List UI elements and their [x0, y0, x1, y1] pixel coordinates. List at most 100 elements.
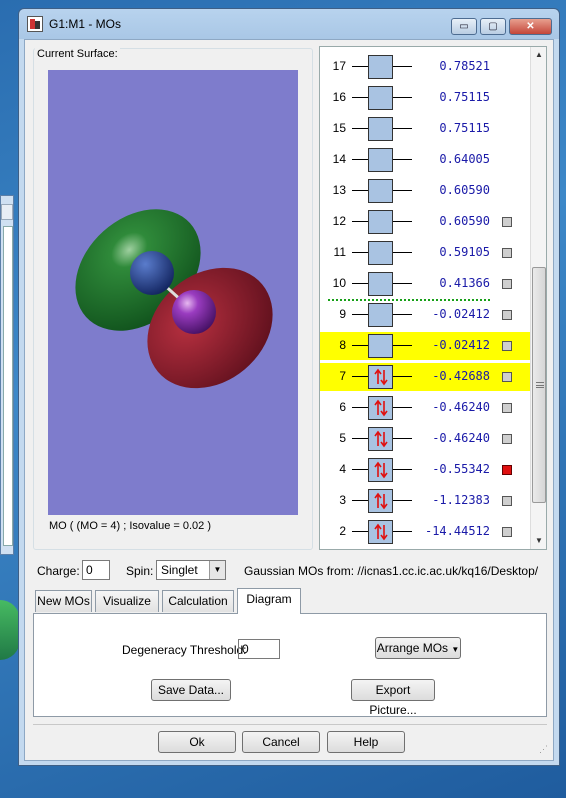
mo-level-row[interactable]: 5 -0.46240 — [320, 425, 530, 453]
mo-visualize-checkbox[interactable] — [502, 403, 512, 413]
close-button[interactable]: ✕ — [509, 18, 552, 35]
mo-visualize-checkbox[interactable] — [502, 341, 512, 351]
mo-index: 2 — [339, 524, 346, 538]
dropdown-arrow-icon: ▼ — [451, 645, 460, 654]
mo-energy: -0.02412 — [432, 338, 490, 352]
mo-visualize-checkbox[interactable] — [502, 372, 512, 382]
mo-index: 15 — [332, 121, 346, 135]
scroll-up-arrow-icon[interactable]: ▲ — [531, 47, 546, 63]
mo-diagram-scrollbar[interactable]: ▲ ▼ — [530, 47, 546, 549]
mo-visualize-checkbox[interactable] — [502, 279, 512, 289]
mo-diagram[interactable]: 17 0.78521 16 0.75115 15 0.75115 14 0.64005 13 0.… — [319, 46, 547, 550]
mo-visualize-checkbox[interactable] — [502, 496, 512, 506]
arrange-mos-button[interactable]: Arrange MOs ▼ — [375, 637, 461, 659]
save-data-button[interactable]: Save Data... — [151, 679, 231, 701]
homo-lumo-separator — [328, 299, 490, 301]
cancel-button[interactable]: Cancel — [242, 731, 320, 753]
mo-level-box[interactable] — [368, 458, 393, 482]
mos-window: G1:M1 - MOs ▭ ▢ ✕ Current Surface: MO (… — [18, 8, 560, 766]
mo-level-box[interactable] — [368, 148, 393, 172]
mo-level-row[interactable]: 10 0.41366 — [320, 270, 530, 298]
mo-energy: 0.60590 — [439, 183, 490, 197]
mo-level-box[interactable] — [368, 489, 393, 513]
minimize-button[interactable]: ▭ — [451, 18, 477, 35]
resize-grip-icon[interactable]: ⋰ — [539, 744, 551, 756]
window-title: G1:M1 - MOs — [49, 17, 122, 31]
mo-index: 4 — [339, 462, 346, 476]
mo-level-box[interactable] — [368, 396, 393, 420]
title-bar[interactable]: G1:M1 - MOs ▭ ▢ ✕ — [19, 9, 559, 39]
background-window — [0, 195, 14, 555]
mo-level-row[interactable]: 4 -0.55342 — [320, 456, 530, 484]
electron-pair-icon — [374, 461, 388, 479]
mo-visualize-checkbox[interactable] — [502, 527, 512, 537]
mo-level-box[interactable] — [368, 55, 393, 79]
mo-level-row[interactable]: 16 0.75115 — [320, 84, 530, 112]
scroll-down-arrow-icon[interactable]: ▼ — [531, 533, 546, 549]
mo-index: 11 — [333, 245, 346, 259]
mo-visualize-checkbox[interactable] — [502, 465, 512, 475]
mo-energy: -0.46240 — [432, 400, 490, 414]
mo-energy: -0.46240 — [432, 431, 490, 445]
mo-visualize-checkbox[interactable] — [502, 434, 512, 444]
mo-level-row[interactable]: 14 0.64005 — [320, 146, 530, 174]
background-window-content — [3, 226, 13, 546]
help-button[interactable]: Help — [327, 731, 405, 753]
degeneracy-threshold-input[interactable]: 0 — [238, 639, 280, 659]
mo-visualize-checkbox[interactable] — [502, 248, 512, 258]
maximize-button[interactable]: ▢ — [480, 18, 506, 35]
mo-visualize-checkbox[interactable] — [502, 310, 512, 320]
close-icon: ✕ — [526, 21, 535, 32]
surface-viewport[interactable] — [48, 70, 298, 515]
mo-level-box[interactable] — [368, 179, 393, 203]
mo-index: 17 — [332, 59, 346, 73]
tab-visualize[interactable]: Visualize — [95, 590, 159, 612]
mo-level-row[interactable]: 12 0.60590 — [320, 208, 530, 236]
diagram-tab-panel: Degeneracy Threshold: 0 Arrange MOs ▼ Sa… — [33, 613, 547, 717]
mo-level-box[interactable] — [368, 334, 393, 358]
mo-level-box[interactable] — [368, 241, 393, 265]
mo-level-box[interactable] — [368, 365, 393, 389]
mo-level-box[interactable] — [368, 117, 393, 141]
tab-diagram[interactable]: Diagram — [237, 588, 301, 614]
mo-level-box[interactable] — [368, 303, 393, 327]
electron-pair-icon — [374, 523, 388, 541]
mo-level-row[interactable]: 3 -1.12383 — [320, 487, 530, 515]
chevron-down-icon[interactable]: ▼ — [209, 561, 225, 579]
mo-level-row[interactable]: 6 -0.46240 — [320, 394, 530, 422]
mo-energy: -0.55342 — [432, 462, 490, 476]
current-surface-label: Current Surface: — [35, 48, 120, 60]
mo-index: 16 — [332, 90, 346, 104]
mo-level-box[interactable] — [368, 520, 393, 544]
mo-level-row[interactable]: 8 -0.02412 — [320, 332, 530, 360]
mo-energy: 0.64005 — [439, 152, 490, 166]
mo-visualize-checkbox[interactable] — [502, 217, 512, 227]
mo-energy: -14.44512 — [424, 524, 490, 538]
tab-new-mos[interactable]: New MOs — [35, 590, 92, 612]
electron-pair-icon — [374, 492, 388, 510]
mo-index: 6 — [339, 400, 346, 414]
mo-level-box[interactable] — [368, 427, 393, 451]
orbital-render — [75, 209, 273, 389]
mo-level-row[interactable]: 13 0.60590 — [320, 177, 530, 205]
mo-level-row[interactable]: 9 -0.02412 — [320, 301, 530, 329]
export-picture-button[interactable]: Export Picture... — [351, 679, 435, 717]
mo-level-row[interactable]: 2 -14.44512 — [320, 518, 530, 546]
mo-level-row[interactable]: 15 0.75115 — [320, 115, 530, 143]
ok-button[interactable]: Ok — [158, 731, 236, 753]
charge-input[interactable]: 0 — [82, 560, 110, 580]
mo-level-row[interactable]: 7 -0.42688 — [320, 363, 530, 391]
mo-index: 12 — [332, 214, 346, 228]
spin-select[interactable]: Singlet ▼ — [156, 560, 226, 580]
mo-level-box[interactable] — [368, 86, 393, 110]
mo-level-box[interactable] — [368, 210, 393, 234]
mo-level-row[interactable]: 17 0.78521 — [320, 53, 530, 81]
scroll-thumb[interactable] — [532, 267, 546, 503]
spin-value: Singlet — [161, 563, 198, 577]
tab-calculation[interactable]: Calculation — [162, 590, 234, 612]
arrange-mos-label: Arrange MOs — [376, 641, 449, 655]
mo-energy: 0.41366 — [439, 276, 490, 290]
mo-level-row[interactable]: 11 0.59105 — [320, 239, 530, 267]
app-icon — [27, 16, 43, 32]
mo-level-box[interactable] — [368, 272, 393, 296]
